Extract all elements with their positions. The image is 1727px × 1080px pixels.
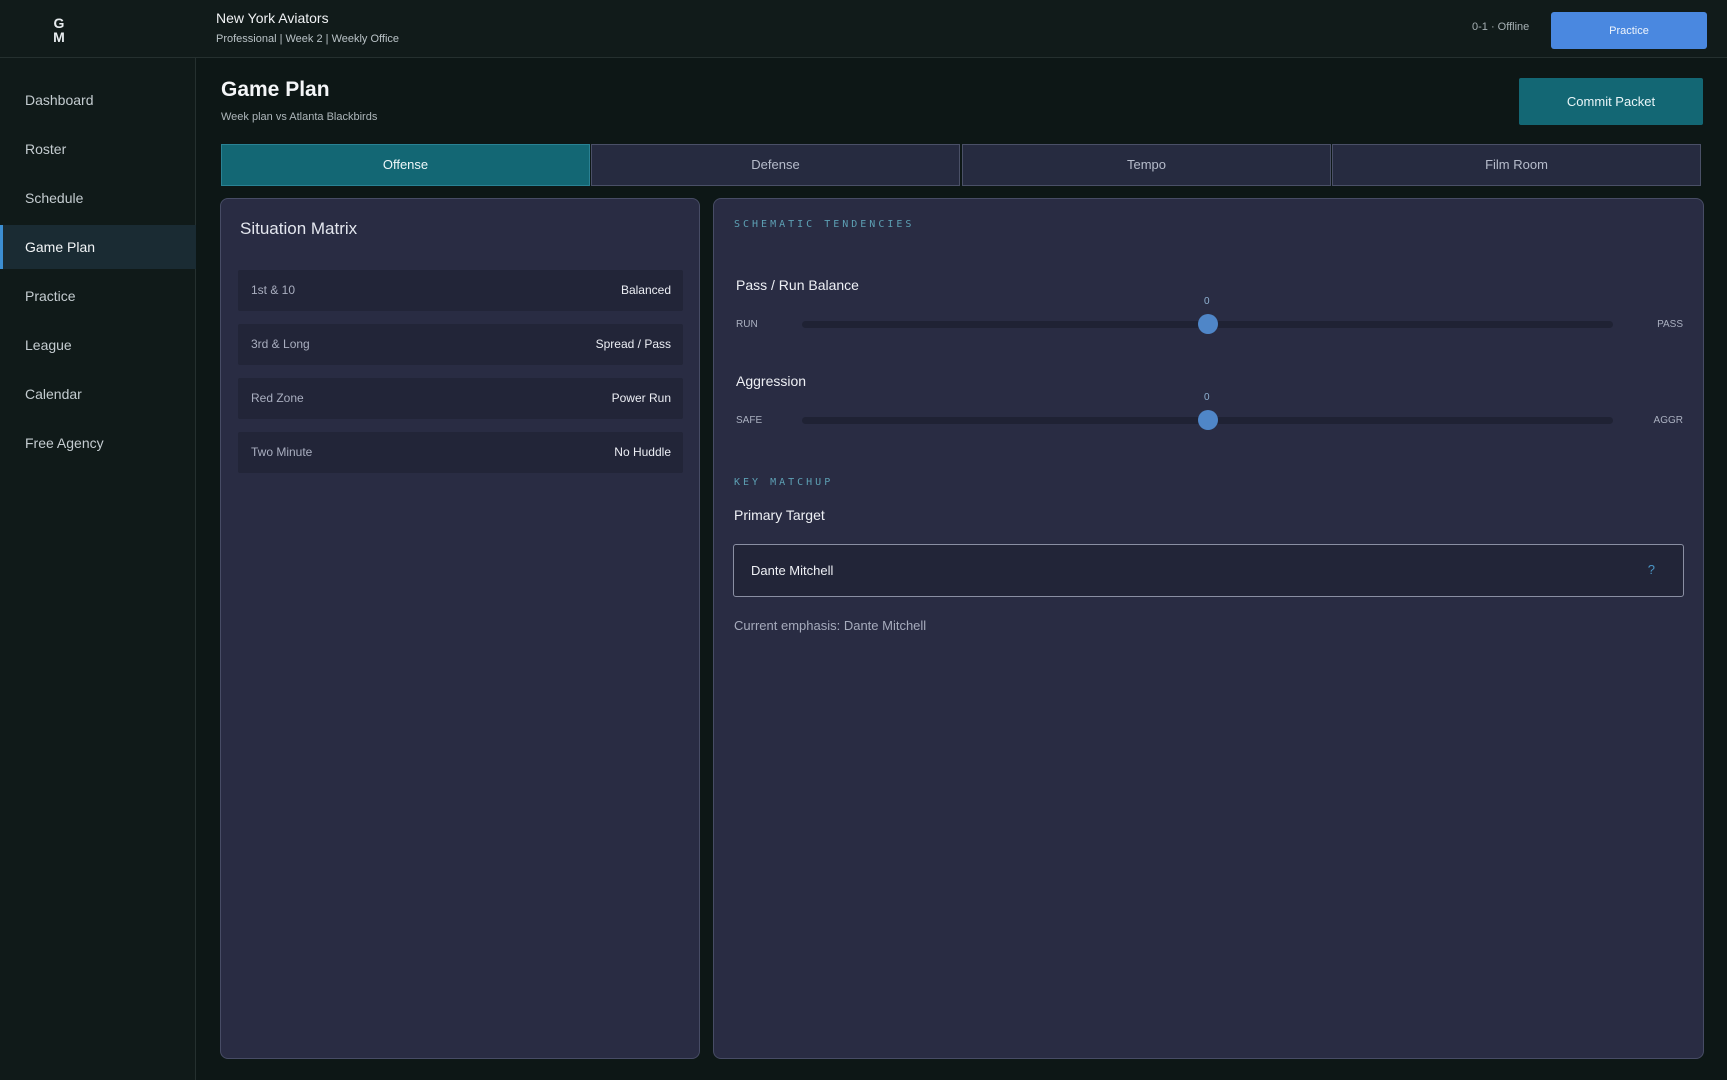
help-icon[interactable]: ?: [1648, 562, 1655, 577]
matrix-row[interactable]: Red Zone Power Run: [238, 378, 683, 419]
matrix-row[interactable]: Two Minute No Huddle: [238, 432, 683, 473]
sidebar: Dashboard Roster Schedule Game Plan Prac…: [0, 58, 196, 1080]
team-name: New York Aviators: [216, 10, 329, 26]
slider-thumb[interactable]: [1197, 314, 1218, 334]
matrix-call: Power Run: [611, 391, 671, 405]
sidebar-item-schedule[interactable]: Schedule: [0, 176, 196, 220]
sidebar-item-practice[interactable]: Practice: [0, 274, 196, 318]
sidebar-item-league[interactable]: League: [0, 323, 196, 367]
current-emphasis: Current emphasis: Dante Mitchell: [734, 618, 927, 633]
matrix-call: Balanced: [620, 283, 671, 297]
pass-run-balance-slider[interactable]: [802, 314, 1613, 334]
schematic-tendencies-label: SCHEMATIC TENDENCIES: [734, 219, 915, 230]
sidebar-item-roster[interactable]: Roster: [0, 127, 196, 171]
aggression-title: Aggression: [736, 373, 807, 389]
practice-button[interactable]: Practice: [1551, 12, 1707, 49]
matrix-call: Spread / Pass: [595, 337, 671, 351]
matrix-situation: 1st & 10: [251, 283, 296, 297]
slider-max-label: AGGR: [1653, 415, 1683, 426]
tendencies-panel: SCHEMATIC TENDENCIES Pass / Run Balance …: [713, 198, 1704, 1059]
matrix-situation: 3rd & Long: [251, 337, 310, 351]
tab-film-room[interactable]: Film Room: [1332, 144, 1701, 186]
top-header: G M New York Aviators Professional | Wee…: [0, 0, 1727, 58]
commit-packet-button[interactable]: Commit Packet: [1519, 78, 1703, 125]
matrix-situation: Two Minute: [251, 445, 313, 459]
tab-offense[interactable]: Offense: [221, 144, 590, 186]
svg-text:M: M: [53, 29, 65, 45]
aggression-value: 0: [1204, 392, 1210, 403]
pass-run-balance-value: 0: [1204, 296, 1210, 307]
sidebar-item-calendar[interactable]: Calendar: [0, 372, 196, 416]
matrix-call: No Huddle: [614, 445, 671, 459]
gm-logo-icon[interactable]: G M: [46, 13, 72, 45]
page-title: Game Plan: [221, 78, 330, 101]
primary-target-label: Primary Target: [734, 507, 825, 523]
slider-thumb[interactable]: [1197, 410, 1218, 430]
aggression-slider[interactable]: [802, 410, 1613, 430]
matrix-situation: Red Zone: [251, 391, 304, 405]
slider-max-label: PASS: [1657, 319, 1683, 330]
situation-matrix-title: Situation Matrix: [240, 219, 358, 238]
team-context: Professional | Week 2 | Weekly Office: [216, 33, 400, 45]
primary-target-select[interactable]: Dante Mitchell ?: [733, 544, 1684, 597]
key-matchup-label: KEY MATCHUP: [734, 477, 834, 488]
pass-run-balance-title: Pass / Run Balance: [736, 277, 859, 293]
sidebar-item-game-plan[interactable]: Game Plan: [0, 225, 196, 269]
matrix-row[interactable]: 3rd & Long Spread / Pass: [238, 324, 683, 365]
sidebar-item-dashboard[interactable]: Dashboard: [0, 78, 196, 122]
situation-matrix-panel: Situation Matrix 1st & 10 Balanced 3rd &…: [220, 198, 700, 1059]
sidebar-item-free-agency[interactable]: Free Agency: [0, 421, 196, 465]
tab-defense[interactable]: Defense: [591, 144, 960, 186]
slider-min-label: SAFE: [736, 415, 763, 426]
selected-player: Dante Mitchell: [751, 563, 834, 578]
record-status: 0-1 · Offline: [1472, 21, 1530, 33]
page-subtitle: Week plan vs Atlanta Blackbirds: [221, 111, 378, 123]
matrix-row[interactable]: 1st & 10 Balanced: [238, 270, 683, 311]
tab-tempo[interactable]: Tempo: [962, 144, 1331, 186]
slider-min-label: RUN: [736, 319, 758, 330]
